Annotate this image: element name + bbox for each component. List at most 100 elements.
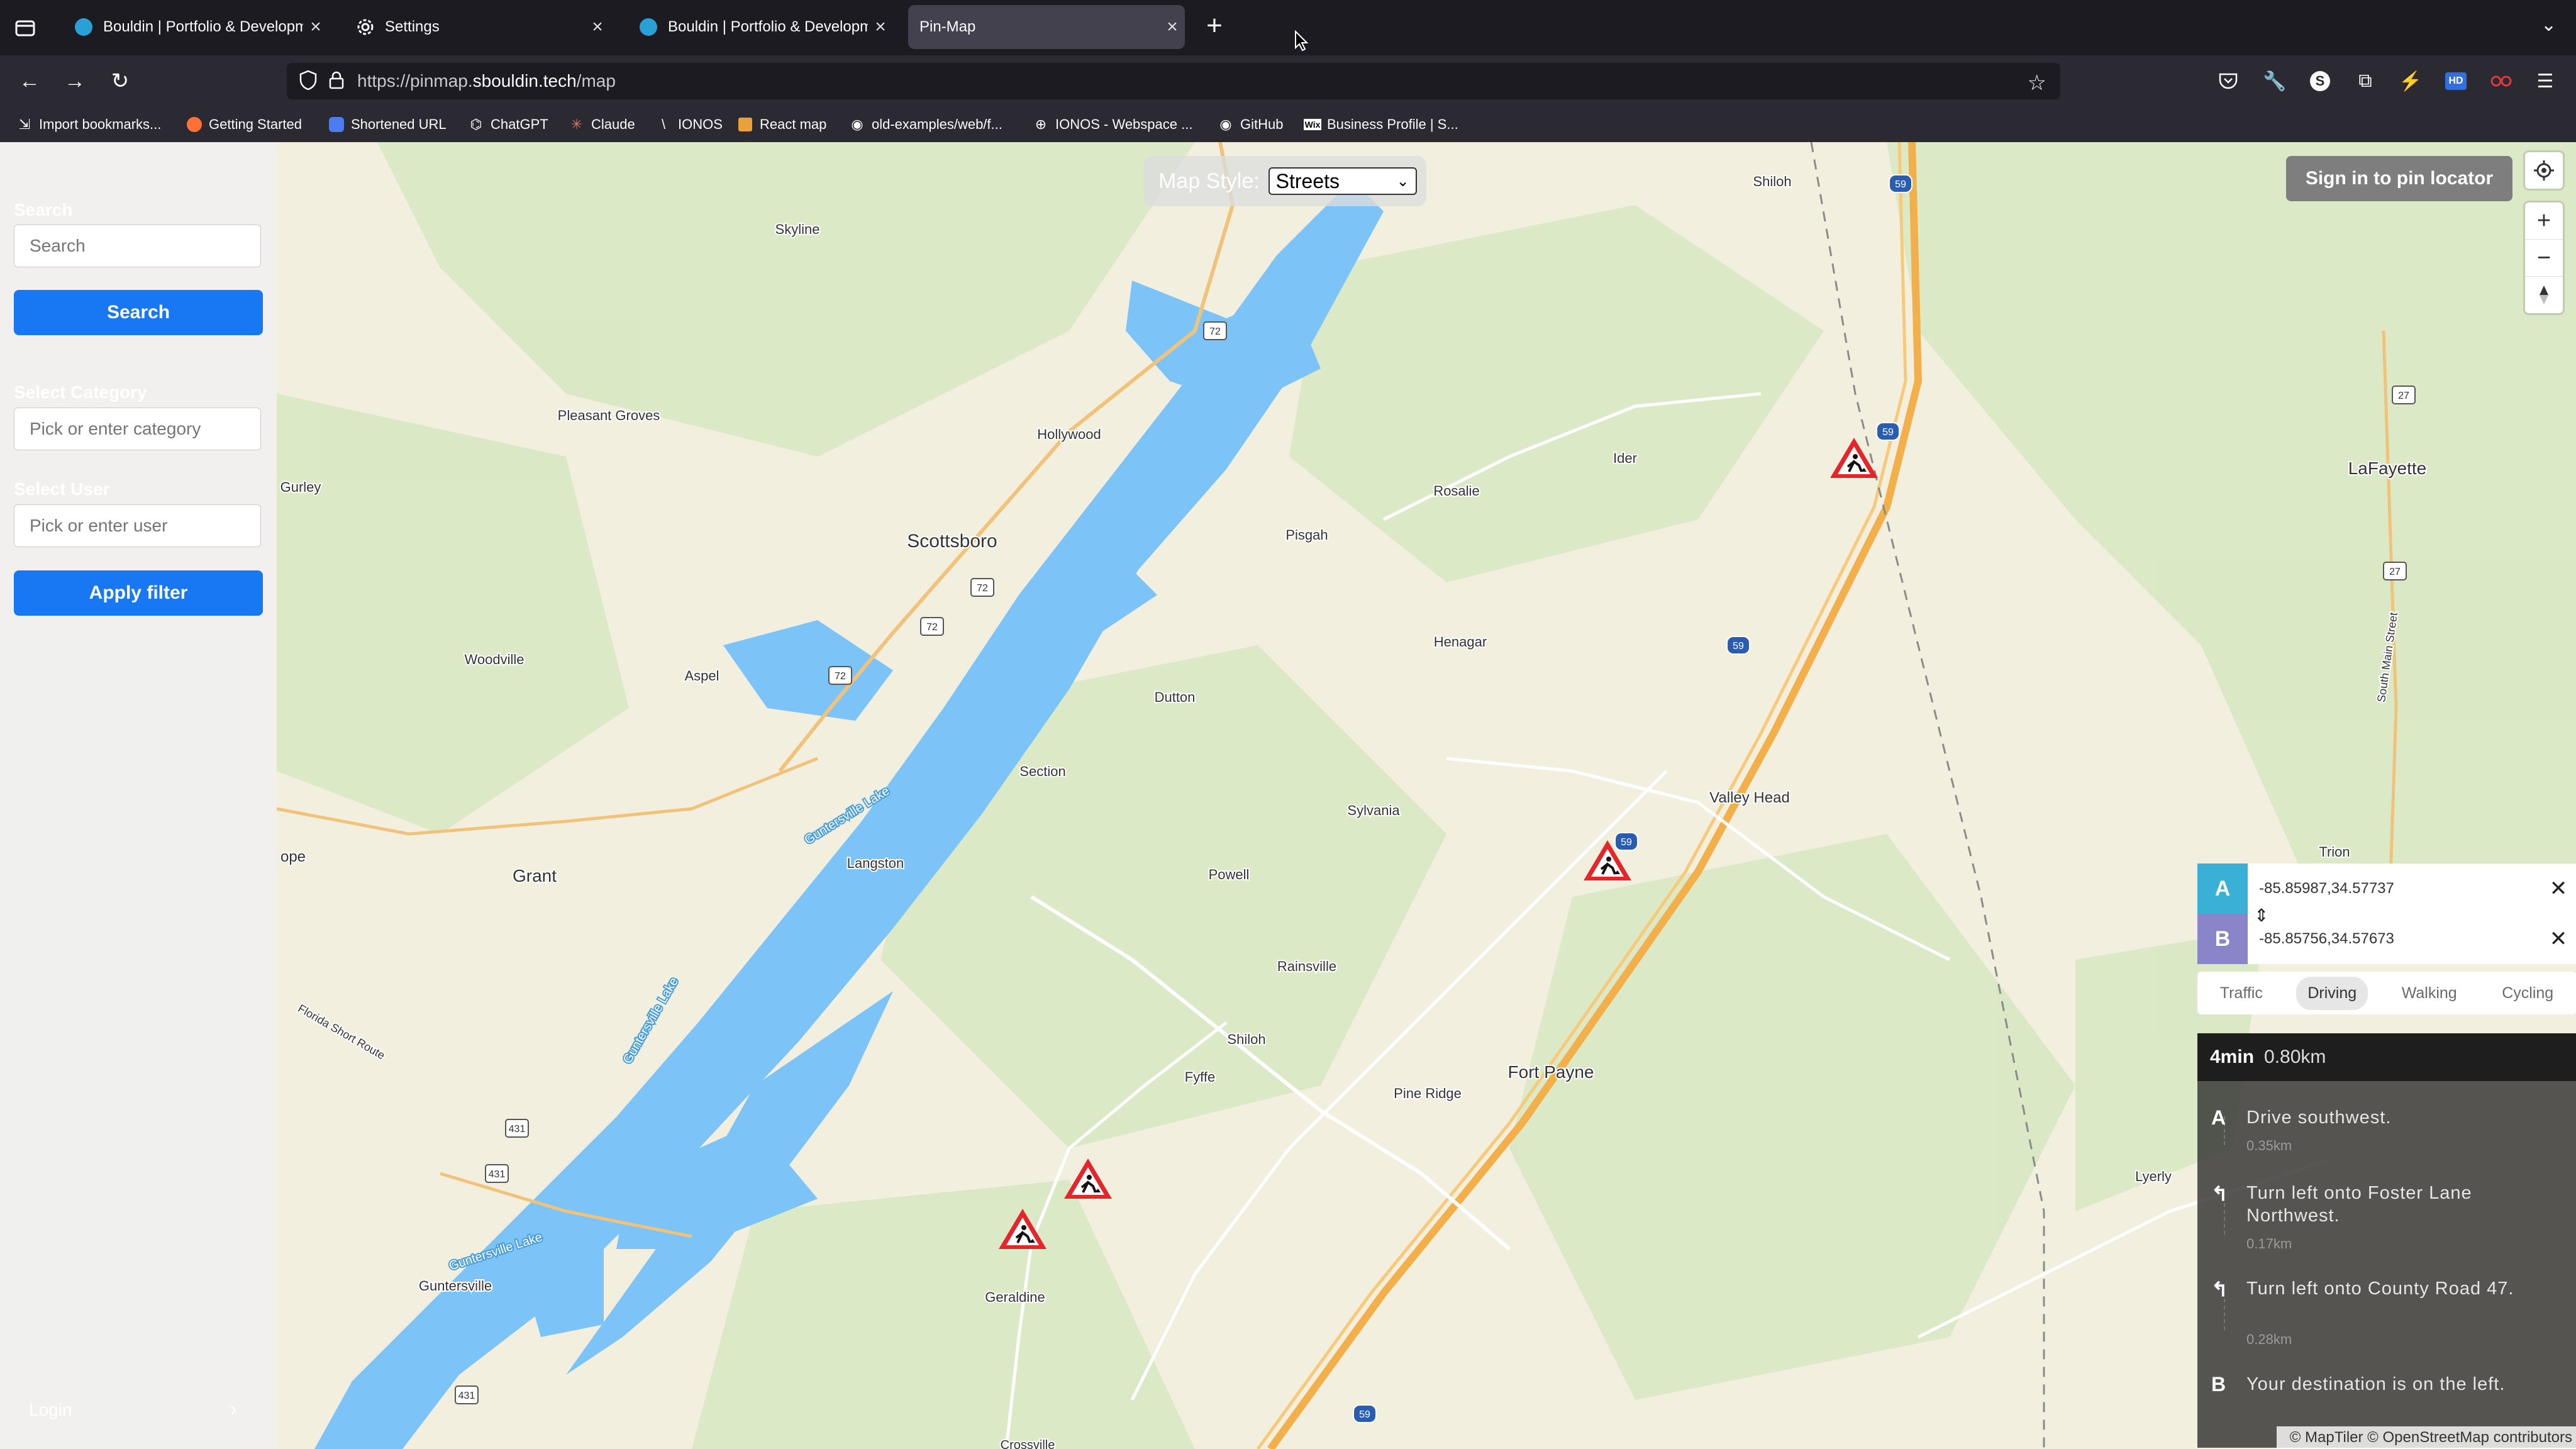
route-distance: 0.80km	[2264, 1046, 2326, 1067]
map-style-label: Map Style:	[1158, 169, 1260, 193]
bookmark-ionos[interactable]: \ IONOS	[655, 112, 723, 137]
place-label: Scottsboro	[907, 531, 997, 552]
mode-driving[interactable]: Driving	[2296, 976, 2368, 1010]
bookmark-chatgpt[interactable]: ⌬ ChatGPT	[468, 112, 548, 137]
shield-icon[interactable]	[299, 70, 317, 93]
map-attribution[interactable]: © MapTiler © OpenStreetMap contributors	[2277, 1426, 2576, 1449]
place-label: Fyffe	[1185, 1069, 1216, 1085]
new-tab-button[interactable]: +	[1200, 11, 1229, 40]
mode-cycling[interactable]: Cycling	[2490, 977, 2565, 1010]
route-steps: A Drive southwest. 0.35km ↰ Turn left on…	[2197, 1081, 2576, 1448]
compass-icon[interactable]	[2525, 277, 2563, 313]
bookmark-claude[interactable]: ✳ Claude	[569, 112, 635, 137]
place-label: Dutton	[1155, 689, 1196, 705]
forward-button[interactable]: →	[58, 64, 92, 98]
chevron-down-icon: ⌄	[1396, 173, 1409, 190]
highway-shield: 59	[1726, 636, 1750, 655]
place-label: Pine Ridge	[1394, 1085, 1462, 1101]
zoom-in-icon[interactable]: +	[2525, 203, 2563, 240]
url-bar[interactable]: https://pinmap.sbouldin.tech/map ☆	[287, 63, 2060, 99]
wrench-icon[interactable]: 🔧	[2262, 68, 2288, 94]
pin-map-page: Shiloh Skyline Pleasant Groves Hollywood Gur…	[0, 142, 2576, 1449]
place-label: Lyerly	[2135, 1169, 2172, 1184]
highway-shield: 59	[1876, 422, 1900, 441]
close-tab-icon[interactable]: ×	[303, 16, 328, 38]
bookmark-github[interactable]: ◉ GitHub	[1218, 112, 1283, 137]
highway-shield: 431	[485, 1164, 509, 1183]
back-button[interactable]: ←	[13, 64, 47, 98]
tab-pin-map[interactable]: Pin-Map ×	[908, 5, 1185, 49]
construction-pin-icon[interactable]	[1830, 438, 1878, 478]
construction-pin-icon[interactable]	[999, 1209, 1046, 1249]
zoom-control: + −	[2525, 203, 2563, 313]
user-input[interactable]	[14, 504, 261, 547]
search-button[interactable]: Search	[14, 290, 263, 335]
apply-filter-button[interactable]: Apply filter	[14, 570, 263, 616]
construction-pin-icon[interactable]	[1064, 1158, 1112, 1199]
waypoint-a-input[interactable]: -85.85987,34.57737	[2248, 880, 2541, 897]
tab-title: Settings	[385, 18, 440, 35]
turn-left-icon: ↰	[2211, 1278, 2228, 1301]
mode-traffic[interactable]: Traffic	[2209, 977, 2274, 1010]
menu-icon[interactable]: ☰	[2532, 68, 2558, 94]
bookmark-import[interactable]: ⇲ Import bookmarks...	[16, 112, 162, 137]
tab-overview-icon[interactable]	[14, 16, 36, 39]
search-input[interactable]	[14, 225, 261, 267]
place-label: Guntersville Lake	[621, 975, 681, 1067]
zoom-out-icon[interactable]: −	[2525, 240, 2563, 277]
bookmark-old-examples[interactable]: ◉ old-examples/web/f...	[849, 112, 1002, 137]
tab-settings[interactable]: Settings ×	[340, 5, 610, 49]
tab-portfolio-2[interactable]: Bouldin | Portfolio & Developmer ×	[623, 5, 893, 49]
svg-text:27: 27	[2398, 391, 2409, 401]
place-label: Sylvania	[1347, 802, 1400, 818]
place-label: Shiloh	[1753, 174, 1791, 189]
geolocate-icon[interactable]	[2525, 152, 2563, 189]
pocket-icon[interactable]	[2215, 68, 2241, 94]
profile-s-icon[interactable]: S	[2307, 68, 2333, 94]
travel-mode-tabs: Traffic Driving Walking Cycling	[2197, 972, 2576, 1014]
bookmark-react-map[interactable]: React map	[737, 112, 826, 137]
svg-text:59: 59	[1895, 179, 1906, 190]
bookmark-ionos-webspace[interactable]: ⊕ IONOS - Webspace ...	[1033, 112, 1193, 137]
list-all-tabs-icon[interactable]: ⌄	[2541, 14, 2563, 36]
map-style-select[interactable]: Streets ⌄	[1268, 167, 1417, 195]
glasses-icon[interactable]	[2488, 68, 2514, 94]
clear-a-icon[interactable]: ✕	[2541, 876, 2576, 901]
url-text[interactable]: https://pinmap.sbouldin.tech/map	[357, 71, 616, 91]
bookmark-shortened-url[interactable]: Shortened URL	[328, 112, 447, 137]
category-label: Select Category	[14, 382, 147, 402]
close-tab-icon[interactable]: ×	[868, 16, 893, 38]
mode-walking[interactable]: Walking	[2390, 977, 2468, 1010]
tab-portfolio-1[interactable]: Bouldin | Portfolio & Developmer ×	[58, 5, 328, 49]
close-tab-icon[interactable]: ×	[1160, 16, 1185, 38]
reload-button[interactable]: ↻	[103, 64, 137, 98]
gear-icon	[356, 18, 375, 36]
lock-icon[interactable]	[328, 70, 345, 92]
lightning-icon[interactable]: ⚡	[2397, 68, 2424, 94]
place-label: Valley Head	[1709, 789, 1790, 806]
close-tab-icon[interactable]: ×	[585, 16, 610, 38]
category-input[interactable]	[14, 408, 261, 450]
waypoint-b-input[interactable]: -85.85756,34.57673	[2248, 930, 2541, 948]
waypoint-a-marker: A	[2197, 863, 2248, 914]
extensions-icon[interactable]: ⧉	[2352, 68, 2379, 94]
place-label: Crossville	[1001, 1438, 1055, 1449]
wix-icon: Wix	[1303, 119, 1322, 130]
place-label: South Main Street	[2375, 611, 2400, 702]
place-label: LaFayette	[2348, 458, 2427, 478]
login-link[interactable]: Login	[29, 1400, 72, 1420]
place-label: Rainsville	[1277, 958, 1336, 974]
highway-shield: 72	[828, 666, 852, 685]
swap-waypoints-icon[interactable]: ⇕	[2254, 905, 2268, 926]
place-label: Section	[1019, 763, 1065, 779]
claude-icon: ✳	[570, 116, 583, 132]
chevron-right-icon[interactable]: ›	[230, 1397, 237, 1421]
bookmark-getting-started[interactable]: Getting Started	[186, 112, 302, 137]
place-label: Langston	[847, 855, 904, 871]
clear-b-icon[interactable]: ✕	[2541, 926, 2576, 952]
sign-in-button[interactable]: Sign in to pin locator	[2286, 156, 2512, 201]
bookmark-star-icon[interactable]: ☆	[2028, 70, 2046, 96]
bookmark-business-profile[interactable]: Wix Business Profile | S...	[1303, 112, 1458, 137]
hd-icon[interactable]: HD	[2443, 68, 2469, 94]
place-label: Skyline	[775, 221, 820, 237]
